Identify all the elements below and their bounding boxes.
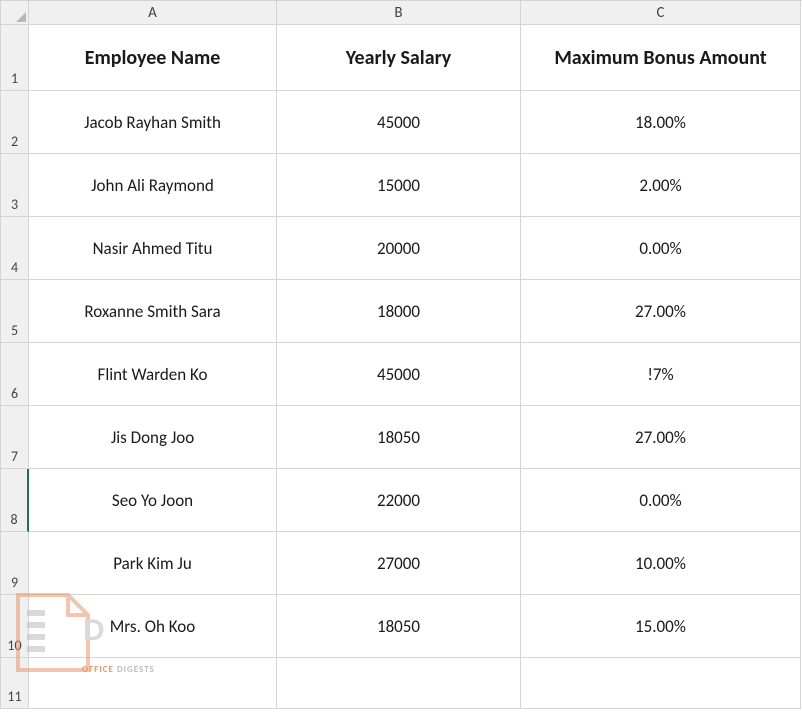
row-header-1[interactable]: 1 (1, 25, 29, 91)
cell-a5[interactable]: Roxanne Smith Sara (29, 280, 277, 343)
cell-b1[interactable]: Yearly Salary (277, 25, 521, 91)
row-header-10[interactable]: 10 (1, 595, 29, 658)
cell-b11[interactable] (277, 658, 521, 709)
cell-c5[interactable]: 27.00% (521, 280, 801, 343)
spreadsheet: A B C 1 Employee Name Yearly Salary Maxi… (0, 0, 802, 709)
cell-a4[interactable]: Nasir Ahmed Titu (29, 217, 277, 280)
cell-a9[interactable]: Park Kim Ju (29, 532, 277, 595)
cell-a1[interactable]: Employee Name (29, 25, 277, 91)
cell-c10[interactable]: 15.00% (521, 595, 801, 658)
cell-a6[interactable]: Flint Warden Ko (29, 343, 277, 406)
select-all-corner[interactable] (1, 1, 29, 25)
cell-b8[interactable]: 22000 (277, 469, 521, 532)
cell-c1[interactable]: Maximum Bonus Amount (521, 25, 801, 91)
cell-c9[interactable]: 10.00% (521, 532, 801, 595)
column-header-b[interactable]: B (277, 1, 521, 25)
row-header-7[interactable]: 7 (1, 406, 29, 469)
row-header-9[interactable]: 9 (1, 532, 29, 595)
cell-a2[interactable]: Jacob Rayhan Smith (29, 91, 277, 154)
cell-c2[interactable]: 18.00% (521, 91, 801, 154)
column-header-c[interactable]: C (521, 1, 801, 25)
cell-c4[interactable]: 0.00% (521, 217, 801, 280)
cell-a11[interactable] (29, 658, 277, 709)
cell-b4[interactable]: 20000 (277, 217, 521, 280)
row-header-11[interactable]: 11 (1, 658, 29, 709)
cell-a10[interactable]: Mrs. Oh Koo (29, 595, 277, 658)
cell-a3[interactable]: John Ali Raymond (29, 154, 277, 217)
row-header-5[interactable]: 5 (1, 280, 29, 343)
row-header-8[interactable]: 8 (1, 469, 29, 532)
cell-c3[interactable]: 2.00% (521, 154, 801, 217)
column-header-a[interactable]: A (29, 1, 277, 25)
cell-b7[interactable]: 18050 (277, 406, 521, 469)
cell-b6[interactable]: 45000 (277, 343, 521, 406)
cell-c6[interactable]: !7% (521, 343, 801, 406)
row-header-4[interactable]: 4 (1, 217, 29, 280)
row-header-6[interactable]: 6 (1, 343, 29, 406)
cell-c7[interactable]: 27.00% (521, 406, 801, 469)
cell-c8[interactable]: 0.00% (521, 469, 801, 532)
row-header-2[interactable]: 2 (1, 91, 29, 154)
cell-b3[interactable]: 15000 (277, 154, 521, 217)
cell-a7[interactable]: Jis Dong Joo (29, 406, 277, 469)
cell-a8[interactable]: Seo Yo Joon (29, 469, 277, 532)
row-header-3[interactable]: 3 (1, 154, 29, 217)
cell-b10[interactable]: 18050 (277, 595, 521, 658)
cell-b5[interactable]: 18000 (277, 280, 521, 343)
cell-c11[interactable] (521, 658, 801, 709)
cell-b9[interactable]: 27000 (277, 532, 521, 595)
cell-b2[interactable]: 45000 (277, 91, 521, 154)
